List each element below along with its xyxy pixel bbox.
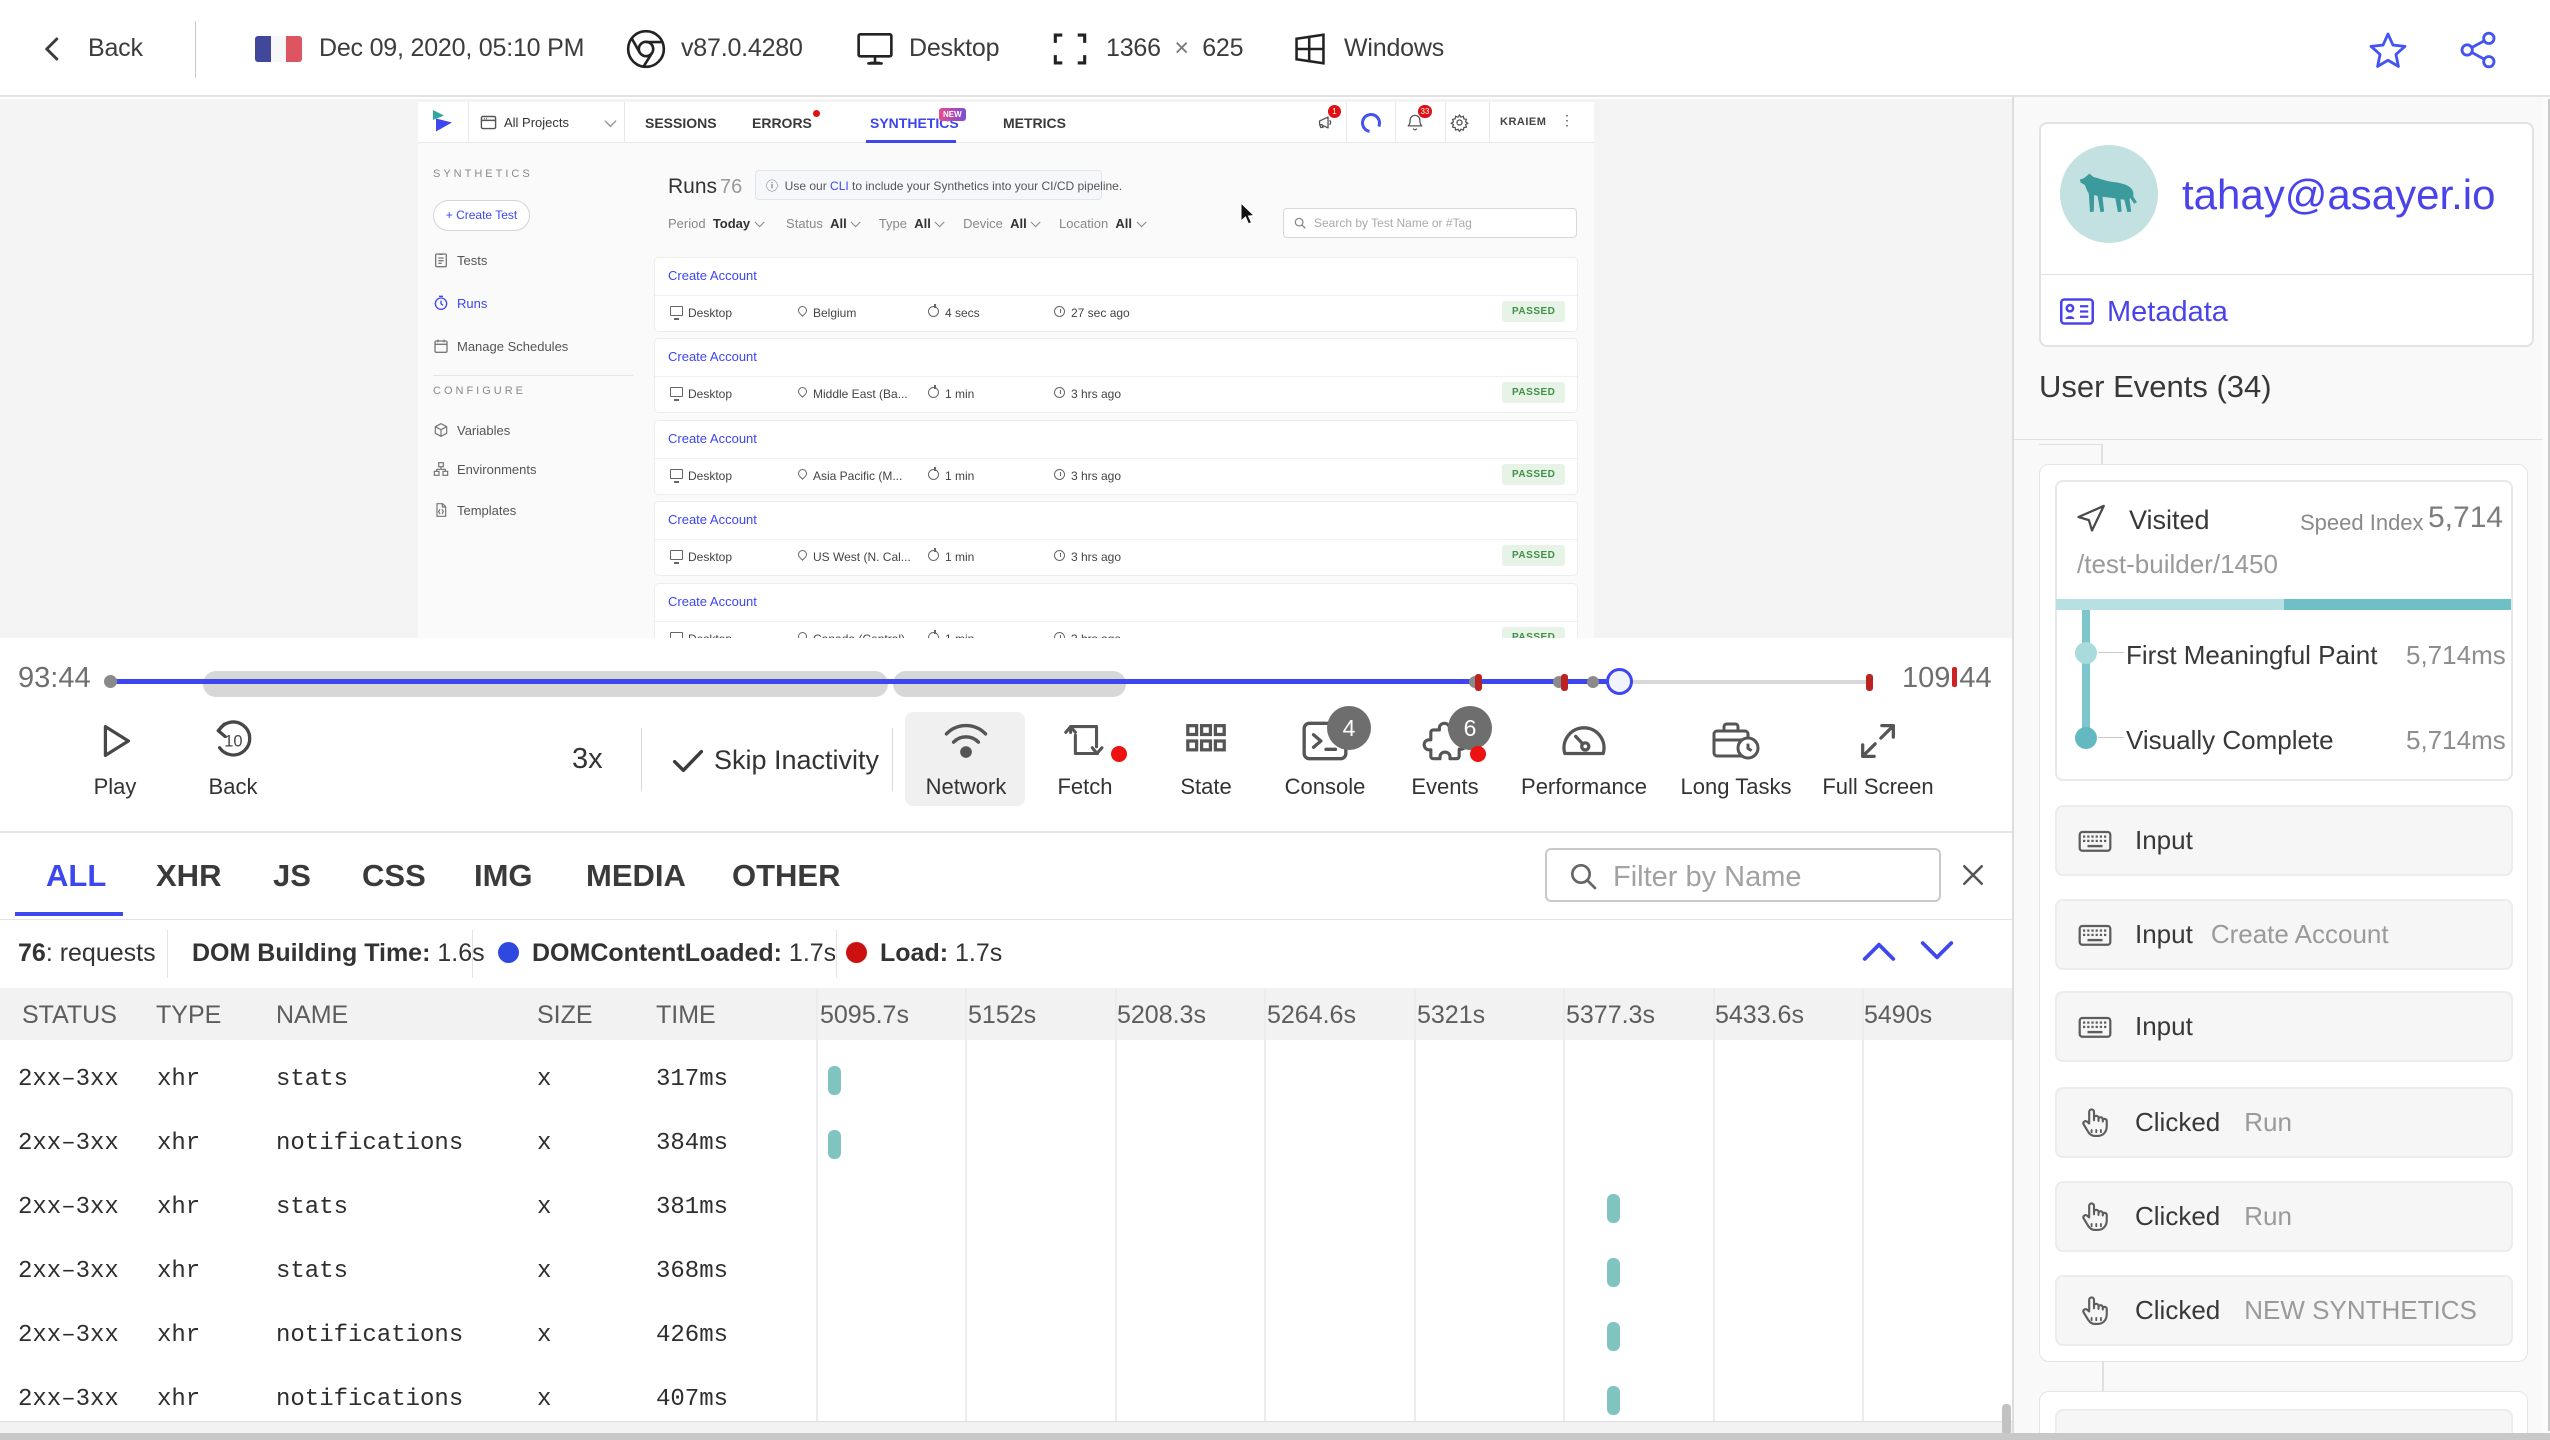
svg-text:10: 10 [224, 732, 242, 750]
